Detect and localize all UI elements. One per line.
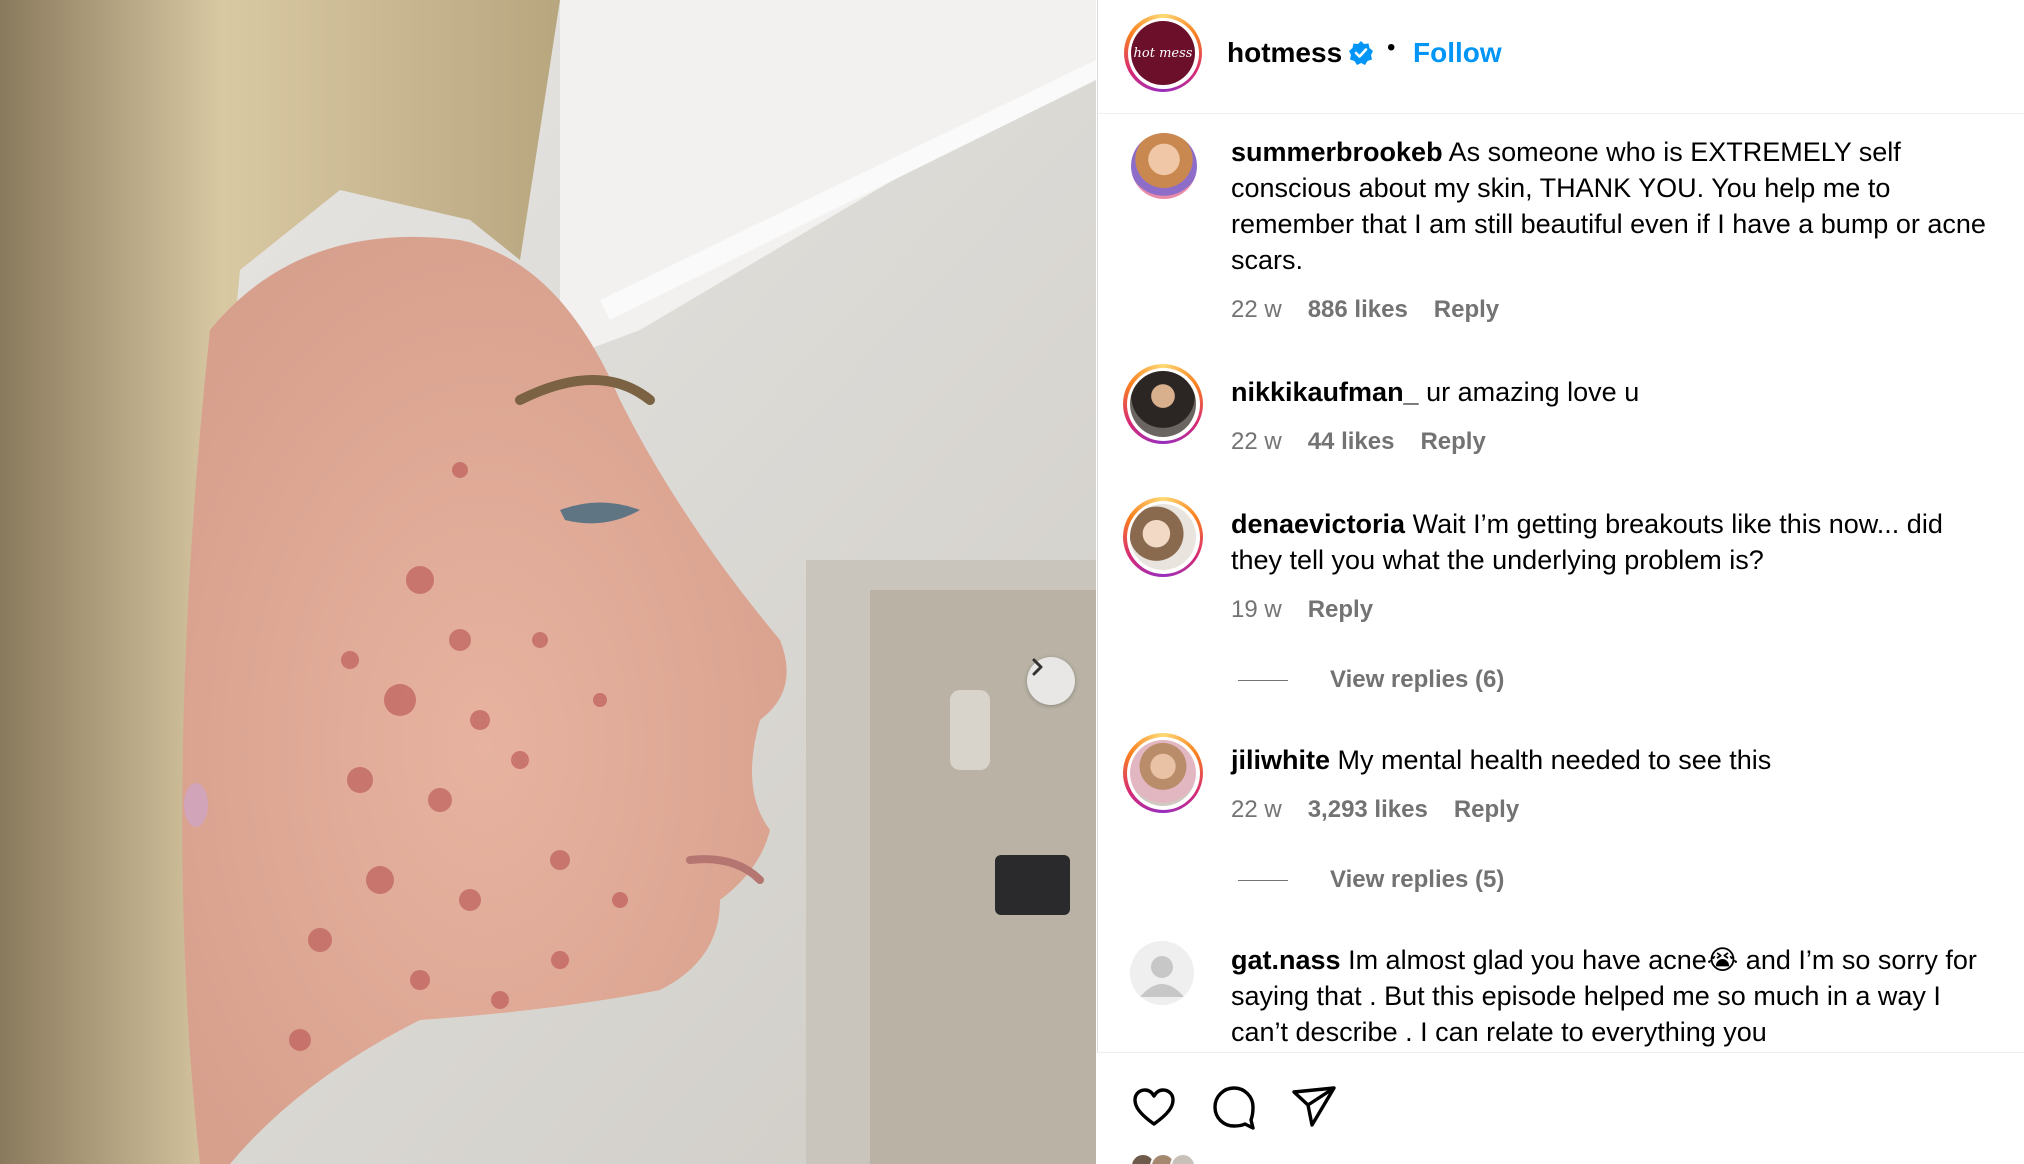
default-avatar-icon	[1140, 956, 1184, 997]
comment-icon[interactable]	[1210, 1083, 1258, 1131]
comment-username[interactable]: gat.nass	[1231, 945, 1341, 975]
share-icon[interactable]	[1290, 1083, 1338, 1131]
comment-item: gat.nass Im almost glad you have acne😭 a…	[0, 0, 2024, 1052]
heart-icon[interactable]	[1130, 1083, 1178, 1131]
liker-avatar[interactable]	[1170, 1153, 1196, 1164]
comment-body: Im almost glad you have acne😭 and I’m so…	[1231, 945, 1977, 1047]
commenter-avatar[interactable]	[1130, 941, 1194, 1005]
post-actions-bar	[1097, 1052, 2024, 1164]
